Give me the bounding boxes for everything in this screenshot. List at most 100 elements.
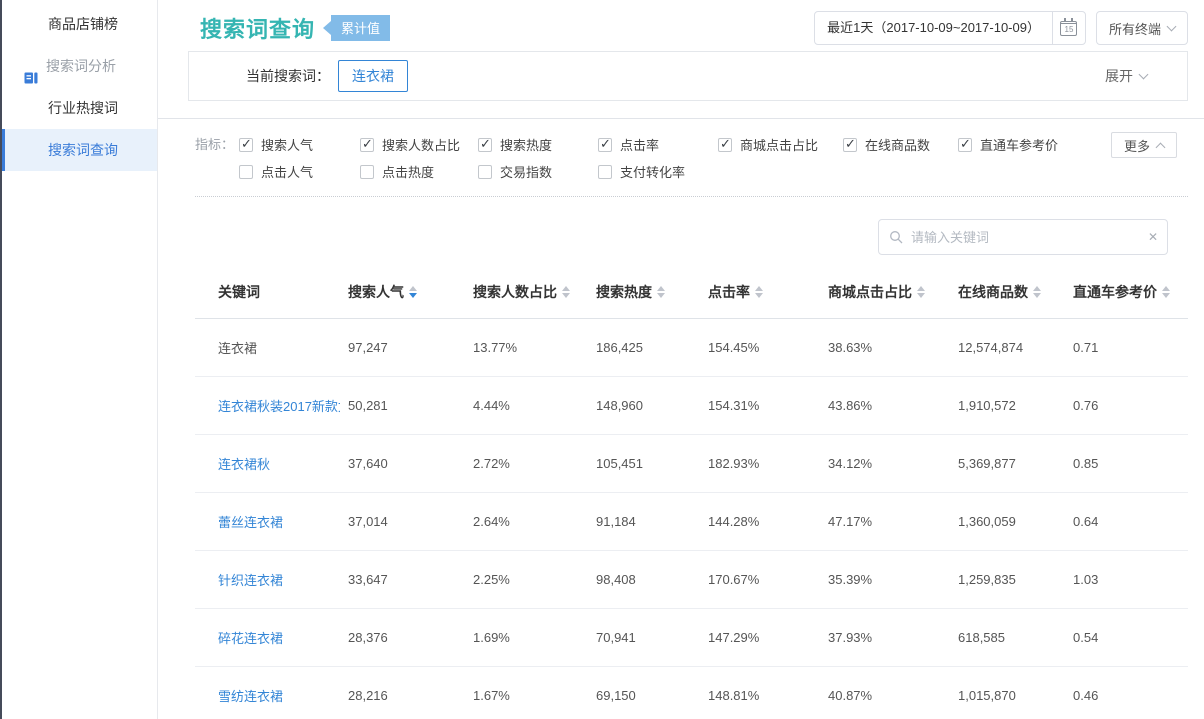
table-cell: 50,281 [340, 377, 465, 435]
upper-section: 搜索词查询 累计值 最近1天（2017-10-09~2017-10-09） 15 [158, 0, 1204, 118]
checkbox[interactable] [478, 138, 492, 152]
table-cell: 47.17% [820, 493, 950, 551]
title-area: 搜索词查询 累计值 [188, 12, 390, 44]
calendar-button[interactable]: 15 [1052, 12, 1085, 44]
clear-icon[interactable]: ✕ [1148, 229, 1158, 245]
table-cell: 43.86% [820, 377, 950, 435]
sidebar-item-label: 搜索词查询 [48, 142, 118, 158]
checkbox[interactable] [958, 138, 972, 152]
current-term-label: 当前搜索词： [246, 66, 330, 86]
table-cell: 40.87% [820, 667, 950, 719]
sidebar-item-search-term-analysis[interactable]: 搜索词分析 [2, 45, 157, 87]
keyword-link[interactable]: 雪纺连衣裙 [218, 689, 283, 704]
chevron-down-icon [1167, 22, 1177, 32]
checkbox[interactable] [360, 138, 374, 152]
calendar-icon: 15 [1060, 21, 1077, 36]
indicator-search-heat[interactable]: 搜索热度 [478, 135, 598, 154]
table-cell: 1,910,572 [950, 377, 1065, 435]
checkbox[interactable] [843, 138, 857, 152]
sidebar-item-product-shop-rank[interactable]: 商品店铺榜 [2, 3, 157, 45]
sort-control[interactable] [1033, 286, 1041, 298]
table-row: 雪纺连衣裙 28,216 1.67% 69,150 148.81% 40.87%… [195, 667, 1188, 719]
table-cell: 28,376 [340, 609, 465, 667]
indicator-search-popularity[interactable]: 搜索人气 [239, 135, 360, 154]
table-cell: 186,425 [588, 319, 700, 377]
sort-control[interactable] [1162, 286, 1170, 298]
dotted-divider [195, 196, 1188, 197]
indicator-ztc-reference-price[interactable]: 直通车参考价 [958, 135, 1118, 154]
more-button[interactable]: 更多 [1111, 132, 1177, 158]
sort-control[interactable] [409, 286, 417, 298]
keyword-search-box: ✕ [878, 219, 1168, 255]
indicator-row: 搜索人气 搜索人数占比 搜索热度 点击率 [239, 131, 1188, 158]
table-cell: 0.46 [1065, 667, 1188, 719]
checkbox[interactable] [360, 165, 374, 179]
sort-control[interactable] [917, 286, 925, 298]
table-cell: 4.44% [465, 377, 588, 435]
checkbox[interactable] [598, 165, 612, 179]
sort-control[interactable] [562, 286, 570, 298]
table-row: 连衣裙 97,247 13.77% 186,425 154.45% 38.63%… [195, 319, 1188, 377]
table-cell: 0.85 [1065, 435, 1188, 493]
indicator-mall-click-share[interactable]: 商城点击占比 [718, 135, 843, 154]
indicator-transaction-index[interactable]: 交易指数 [478, 162, 598, 181]
table-cell: 35.39% [820, 551, 950, 609]
search-row: ✕ [195, 219, 1188, 255]
indicator-click-rate[interactable]: 点击率 [598, 135, 718, 154]
expand-toggle[interactable]: 展开 [1105, 66, 1147, 86]
table-cell: 33,647 [340, 551, 465, 609]
table-header-row: 关键词 搜索人气 搜索人数占比 搜索热度 点击率 [195, 282, 1188, 319]
date-range-text: 最近1天（2017-10-09~2017-10-09） [815, 12, 1052, 44]
table-cell: 37,014 [340, 493, 465, 551]
current-term-panel: 当前搜索词： 连衣裙 展开 [188, 51, 1188, 101]
keyword-link[interactable]: 连衣裙秋 [218, 457, 270, 472]
date-range-picker[interactable]: 最近1天（2017-10-09~2017-10-09） 15 [814, 11, 1086, 45]
table-cell: 5,369,877 [950, 435, 1065, 493]
table-cell: 34.12% [820, 435, 950, 493]
sort-control[interactable] [755, 286, 763, 298]
table-cell: 91,184 [588, 493, 700, 551]
indicator-online-products[interactable]: 在线商品数 [843, 135, 958, 154]
keyword-search-input[interactable] [878, 219, 1168, 255]
table-cell: 70,941 [588, 609, 700, 667]
table-cell: 0.76 [1065, 377, 1188, 435]
table-cell: 1,360,059 [950, 493, 1065, 551]
checkbox[interactable] [718, 138, 732, 152]
table-row: 连衣裙秋 37,640 2.72% 105,451 182.93% 34.12%… [195, 435, 1188, 493]
indicator-click-heat[interactable]: 点击热度 [360, 162, 478, 181]
sort-control[interactable] [657, 286, 665, 298]
current-term-button[interactable]: 连衣裙 [338, 60, 408, 92]
table-cell: 2.64% [465, 493, 588, 551]
keyword-link[interactable]: 蕾丝连衣裙 [218, 515, 283, 530]
page-title: 搜索词查询 [200, 12, 315, 44]
indicators-bar: 指标： 搜索人气 搜索人数占比 搜索热度 [195, 131, 1188, 185]
checkbox[interactable] [598, 138, 612, 152]
keyword-link[interactable]: 针织连衣裙 [218, 573, 283, 588]
calendar-day-number: 15 [1061, 23, 1076, 35]
badge-label: 累计值 [331, 15, 390, 41]
table-cell: 1.69% [465, 609, 588, 667]
table-cell: 1,015,870 [950, 667, 1065, 719]
table-cell: 98,408 [588, 551, 700, 609]
sidebar-item-label: 行业热搜词 [48, 100, 118, 116]
keyword-link[interactable]: 连衣裙秋装2017新款女 [218, 399, 340, 414]
sidebar-item-industry-hot-words[interactable]: 行业热搜词 [2, 87, 157, 129]
checkbox[interactable] [239, 138, 253, 152]
checkbox[interactable] [239, 165, 253, 179]
sidebar-item-search-term-query[interactable]: 搜索词查询 [2, 129, 157, 171]
sidebar: 商品店铺榜 搜索词分析 行业热搜词 搜索词查询 [2, 0, 158, 719]
indicator-click-popularity[interactable]: 点击人气 [239, 162, 360, 181]
checkbox[interactable] [478, 165, 492, 179]
table-cell: 13.77% [465, 319, 588, 377]
table-cell: 28,216 [340, 667, 465, 719]
indicator-payment-conversion[interactable]: 支付转化率 [598, 162, 718, 181]
ledger-icon [24, 59, 38, 73]
keyword-link[interactable]: 碎花连衣裙 [218, 631, 283, 646]
column-header-search-heat: 搜索热度 [588, 282, 700, 319]
terminal-select[interactable]: 所有终端 [1096, 11, 1188, 45]
sidebar-item-label: 搜索词分析 [46, 58, 116, 74]
badge-arrow-icon [323, 21, 331, 35]
indicator-searcher-share[interactable]: 搜索人数占比 [360, 135, 478, 154]
table-cell: 2.25% [465, 551, 588, 609]
table-cell: 154.31% [700, 377, 820, 435]
